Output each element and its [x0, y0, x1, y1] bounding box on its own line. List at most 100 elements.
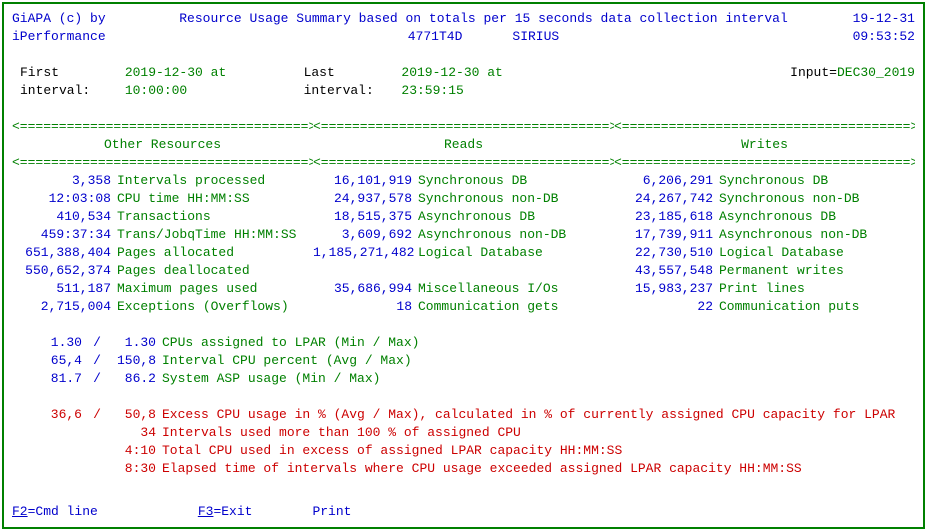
data-cell: 459:37:34Trans/JobqTime HH:MM:SS: [12, 226, 313, 244]
stat-value-min: 65,4: [12, 352, 82, 370]
metric-label: Trans/JobqTime HH:MM:SS: [117, 226, 296, 244]
data-cell: 43,557,548Permanent writes: [614, 262, 915, 280]
data-row: 12:03:08CPU time HH:MM:SS24,937,578Synch…: [12, 190, 915, 208]
metric-value: 550,652,374: [12, 262, 117, 280]
footer-bar: F2=Cmd line F3=Exit Print: [12, 503, 351, 521]
f3-key[interactable]: F3=Exit: [198, 503, 253, 521]
metric-value: 511,187: [12, 280, 117, 298]
stat-slash: /: [82, 352, 112, 370]
data-row: 511,187Maximum pages used35,686,994Misce…: [12, 280, 915, 298]
metric-value: 17,739,911: [614, 226, 719, 244]
metric-label: Logical Database: [719, 244, 844, 262]
print-action[interactable]: Print: [312, 503, 351, 521]
stat-label: CPUs assigned to LPAR (Min / Max): [156, 334, 419, 352]
elapsed-time-row: 8:30 Elapsed time of intervals where CPU…: [12, 460, 915, 478]
metric-label: Asynchronous DB: [719, 208, 836, 226]
data-cell: 511,187Maximum pages used: [12, 280, 313, 298]
metric-value: 43,557,548: [614, 262, 719, 280]
metric-value: 651,388,404: [12, 244, 117, 262]
metric-label: Asynchronous DB: [418, 208, 535, 226]
first-interval-label: First interval:: [20, 64, 125, 100]
data-cell: 651,388,404Pages allocated: [12, 244, 313, 262]
data-cell: 3,609,692Asynchronous non-DB: [313, 226, 614, 244]
intervals-over-row: 34 Intervals used more than 100 % of ass…: [12, 424, 915, 442]
stat-value-min: 81.7: [12, 370, 82, 388]
metric-value: 24,937,578: [313, 190, 418, 208]
data-row: 410,534Transactions18,515,375Asynchronou…: [12, 208, 915, 226]
last-interval-label: Last interval:: [304, 64, 402, 100]
data-cell: 2,715,004Exceptions (Overflows): [12, 298, 313, 316]
metric-label: Miscellaneous I/Os: [418, 280, 558, 298]
metric-label: Maximum pages used: [117, 280, 257, 298]
metric-label: Communication gets: [418, 298, 558, 316]
metric-label: Communication puts: [719, 298, 859, 316]
metric-value: 3,609,692: [313, 226, 418, 244]
stat-value-max: 1.30: [112, 334, 156, 352]
stat-label: System ASP usage (Min / Max): [156, 370, 380, 388]
metric-value: 18,515,375: [313, 208, 418, 226]
f2-key[interactable]: F2=Cmd line: [12, 503, 98, 521]
first-interval-value: 2019-12-30 at 10:00:00: [125, 64, 279, 100]
header-line-1: GiAPA (c) by Resource Usage Summary base…: [12, 10, 915, 28]
stat-row: 1.30/1.30CPUs assigned to LPAR (Min / Ma…: [12, 334, 915, 352]
data-cell: 22Communication puts: [614, 298, 915, 316]
input-value: DEC30_2019: [837, 64, 915, 100]
metric-label: CPU time HH:MM:SS: [117, 190, 250, 208]
metric-label: Print lines: [719, 280, 805, 298]
metric-value: 1,185,271,482: [313, 244, 418, 262]
excess-cpu-row: 36,6 / 50,8 Excess CPU usage in % (Avg /…: [12, 406, 915, 424]
metric-label: Logical Database: [418, 244, 543, 262]
data-row: 2,715,004Exceptions (Overflows)18Communi…: [12, 298, 915, 316]
data-cell: 12:03:08CPU time HH:MM:SS: [12, 190, 313, 208]
data-cell: 1,185,271,482Logical Database: [313, 244, 614, 262]
serial-number: 4771T4D: [408, 28, 463, 46]
stat-row: 81.7/86.2System ASP usage (Min / Max): [12, 370, 915, 388]
data-cell: 3,358Intervals processed: [12, 172, 313, 190]
data-row: 550,652,374Pages deallocated 43,557,548Pe…: [12, 262, 915, 280]
data-cell: 16,101,919Synchronous DB: [313, 172, 614, 190]
company-name: iPerformance: [12, 28, 132, 46]
bottom-divider: <=====================================> …: [12, 154, 915, 172]
stat-value-min: 1.30: [12, 334, 82, 352]
data-row: 3,358Intervals processed16,101,919Synchr…: [12, 172, 915, 190]
data-table: 3,358Intervals processed16,101,919Synchr…: [12, 172, 915, 316]
writes-header: Writes: [614, 136, 915, 154]
data-cell: 6,206,291Synchronous DB: [614, 172, 915, 190]
data-cell: 18Communication gets: [313, 298, 614, 316]
metric-value: 35,686,994: [313, 280, 418, 298]
metric-value: 12:03:08: [12, 190, 117, 208]
metric-value: 15,983,237: [614, 280, 719, 298]
metric-label: Synchronous non-DB: [418, 190, 558, 208]
reads-header: Reads: [313, 136, 614, 154]
data-cell: 18,515,375Asynchronous DB: [313, 208, 614, 226]
top-divider: <=====================================> …: [12, 118, 915, 136]
data-cell: 35,686,994Miscellaneous I/Os: [313, 280, 614, 298]
data-cell: 24,937,578Synchronous non-DB: [313, 190, 614, 208]
metric-label: Pages allocated: [117, 244, 234, 262]
metric-value: 23,185,618: [614, 208, 719, 226]
stat-value-max: 86.2: [112, 370, 156, 388]
data-cell: 23,185,618Asynchronous DB: [614, 208, 915, 226]
terminal-screen: GiAPA (c) by Resource Usage Summary base…: [2, 2, 925, 529]
metric-value: 2,715,004: [12, 298, 117, 316]
data-cell: 17,739,911Asynchronous non-DB: [614, 226, 915, 244]
stat-row: 65,4/150,8Interval CPU percent (Avg / Ma…: [12, 352, 915, 370]
metric-label: Synchronous DB: [418, 172, 527, 190]
data-cell: 550,652,374Pages deallocated: [12, 262, 313, 280]
total-cpu-excess-row: 4:10 Total CPU used in excess of assigne…: [12, 442, 915, 460]
metric-label: Asynchronous non-DB: [418, 226, 566, 244]
data-cell: 410,534Transactions: [12, 208, 313, 226]
metric-value: 18: [313, 298, 418, 316]
metric-value: 410,534: [12, 208, 117, 226]
stat-label: Interval CPU percent (Avg / Max): [156, 352, 412, 370]
stat-slash: /: [82, 334, 112, 352]
report-date: 19-12-31: [835, 10, 915, 28]
metric-label: Asynchronous non-DB: [719, 226, 867, 244]
metric-label: Synchronous DB: [719, 172, 828, 190]
metric-value: 22,730,510: [614, 244, 719, 262]
page-title: Resource Usage Summary based on totals p…: [132, 10, 835, 28]
metric-label: Synchronous non-DB: [719, 190, 859, 208]
metric-value: 24,267,742: [614, 190, 719, 208]
data-row: 651,388,404Pages allocated1,185,271,482L…: [12, 244, 915, 262]
header-line-2: iPerformance 4771T4D SIRIUS 09:53:52: [12, 28, 915, 46]
